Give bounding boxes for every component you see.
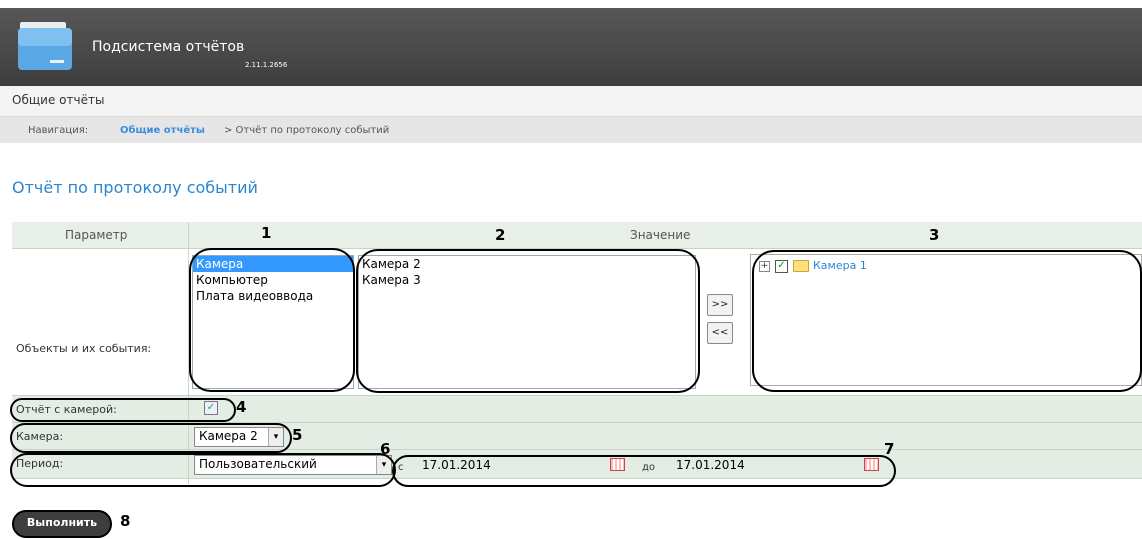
- annotation-oval: [189, 248, 355, 392]
- annotation-oval: [10, 423, 292, 453]
- table-header: Параметр Значение: [12, 222, 1142, 249]
- app-version: 2.11.1.2656: [245, 61, 288, 69]
- app-header: Подсистема отчётов 2.11.1.2656: [0, 8, 1142, 86]
- annotation-oval: [10, 398, 236, 422]
- callout-number: 1: [261, 224, 272, 242]
- breadcrumb-label: Навигация:: [28, 125, 89, 136]
- annotation-oval: [10, 453, 396, 487]
- column-header-value: Значение: [630, 228, 691, 242]
- app-title: Подсистема отчётов: [92, 39, 245, 55]
- column-header-parameter: Параметр: [65, 228, 128, 242]
- page-title: Отчёт по протоколу событий: [12, 178, 258, 197]
- add-objects-button[interactable]: >>: [707, 294, 733, 316]
- breadcrumb-current: > Отчёт по протоколу событий: [224, 125, 390, 136]
- callout-number: 6: [380, 440, 391, 458]
- section-title[interactable]: Общие отчёты: [12, 93, 104, 107]
- breadcrumb-link-general-reports[interactable]: Общие отчёты: [120, 125, 205, 136]
- run-button[interactable]: Выполнить: [12, 510, 112, 538]
- callout-number: 3: [929, 226, 940, 244]
- section-bar: Общие отчёты: [0, 86, 1142, 117]
- annotation-oval: [752, 250, 1142, 392]
- callout-number: 2: [495, 226, 506, 244]
- callout-number: 8: [120, 512, 131, 530]
- remove-objects-button[interactable]: <<: [707, 322, 733, 344]
- annotation-oval: [392, 455, 896, 487]
- callout-number: 7: [884, 440, 895, 458]
- objects-label: Объекты и их события:: [16, 342, 152, 355]
- folder-logo-icon: [18, 22, 72, 70]
- breadcrumb: Навигация: Общие отчёты > Отчёт по прото…: [0, 117, 1142, 143]
- callout-number: 4: [236, 398, 247, 416]
- annotation-oval: [356, 249, 700, 393]
- callout-number: 5: [292, 426, 303, 444]
